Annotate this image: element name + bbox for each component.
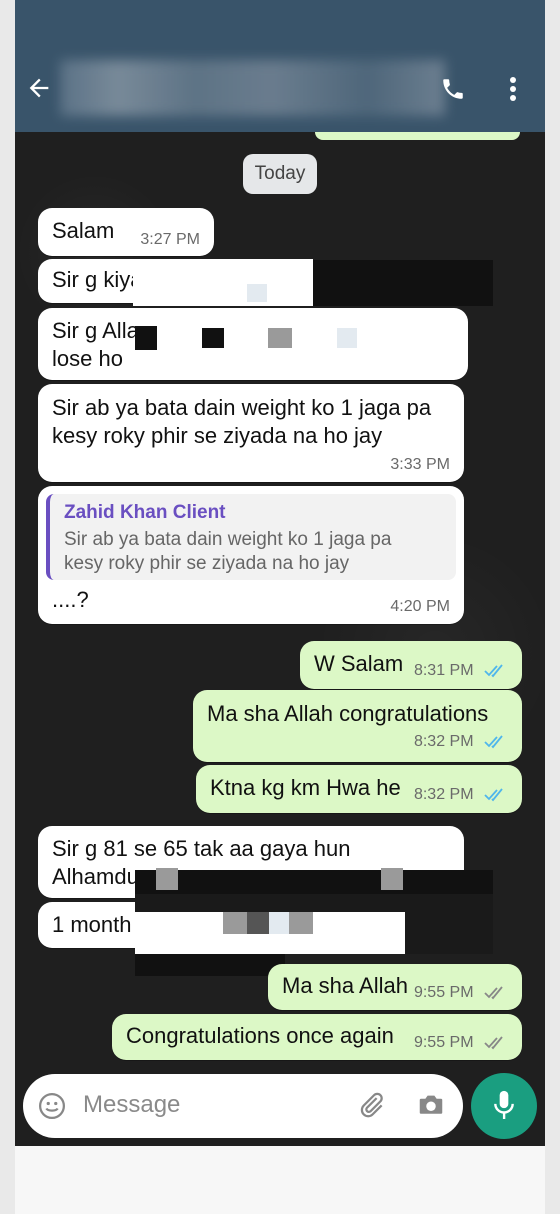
message-text: Ma sha Allah congratulations (207, 701, 489, 726)
message-time: 8:32 PM (413, 733, 474, 750)
phone-screen: Today Salam 3:27 PM Sir g kiya Sir g All… (15, 0, 545, 1214)
redaction-pixel (337, 328, 357, 348)
redaction-pixel (268, 328, 292, 348)
message-text: Sir g Alla lose ho (52, 318, 139, 371)
back-arrow-icon[interactable] (25, 74, 57, 110)
message-time: 3:33 PM (390, 456, 450, 473)
message-time: 9:55 PM (413, 984, 474, 1001)
redaction-pixel (133, 259, 313, 306)
date-chip: Today (243, 154, 317, 194)
redaction-pixel (135, 326, 157, 350)
message-outgoing[interactable]: Ma sha Allah congratulations 8:32 PM (193, 690, 522, 762)
redaction-pixel (223, 912, 247, 934)
paperclip-icon[interactable] (356, 1090, 386, 1122)
sent-ticks-icon (484, 1036, 508, 1055)
sent-ticks-icon (484, 986, 508, 1005)
message-placeholder: Message (83, 1091, 181, 1118)
message-time-wrap: 9:55 PM (414, 984, 508, 1005)
message-incoming[interactable]: Salam 3:27 PM (38, 208, 214, 256)
message-incoming[interactable]: Sir g Alla lose ho (38, 308, 468, 380)
message-time-wrap: 8:31 PM (414, 662, 508, 683)
read-ticks-icon (484, 788, 508, 807)
camera-icon[interactable] (416, 1090, 448, 1122)
chat-header (15, 0, 545, 132)
quoted-text: Sir ab ya bata dain weight ko 1 jaga pa … (64, 529, 392, 574)
message-incoming-reply[interactable]: Zahid Khan Client Sir ab ya bata dain we… (38, 486, 464, 624)
message-time: 8:31 PM (413, 662, 474, 679)
mic-button[interactable] (471, 1073, 537, 1139)
redaction-pixel (247, 912, 269, 934)
redaction-pixel (202, 328, 224, 348)
message-time-wrap: 9:55 PM (414, 1034, 508, 1055)
system-nav-area (15, 1146, 545, 1214)
message-input[interactable]: Message (23, 1074, 463, 1138)
message-incoming[interactable]: Sir ab ya bata dain weight ko 1 jaga pa … (38, 384, 464, 482)
message-outgoing[interactable]: Congratulations once again 9:55 PM (112, 1014, 522, 1060)
more-vert-icon[interactable] (501, 76, 525, 110)
message-time: 8:32 PM (413, 786, 474, 803)
redaction-pixel (269, 912, 289, 934)
mic-icon (494, 1090, 514, 1119)
message-outgoing[interactable]: W Salam 8:31 PM (300, 641, 522, 689)
message-time-wrap: 8:32 PM (414, 733, 508, 754)
redaction-pixel (135, 954, 285, 976)
redaction-pixel (381, 868, 403, 890)
redaction-pixel (247, 284, 267, 302)
message-text: Sir ab ya bata dain weight ko 1 jaga pa … (52, 395, 432, 448)
message-outgoing[interactable]: Ma sha Allah 9:55 PM (268, 964, 522, 1010)
contact-info-blurred[interactable] (60, 60, 445, 116)
message-time: 9:55 PM (413, 1034, 474, 1051)
message-time: 4:20 PM (390, 598, 450, 615)
message-outgoing[interactable]: Ktna kg km Hwa he 8:32 PM (196, 765, 522, 813)
redaction-pixel (289, 912, 313, 934)
redaction-pixel (313, 260, 493, 306)
chat-area: Today Salam 3:27 PM Sir g kiya Sir g All… (15, 132, 545, 1094)
read-ticks-icon (484, 664, 508, 683)
quoted-author: Zahid Khan Client (64, 502, 226, 523)
previous-message-stub (315, 132, 520, 140)
emoji-icon[interactable] (37, 1091, 67, 1121)
message-time: 3:27 PM (140, 231, 200, 248)
message-time-wrap: 8:32 PM (414, 786, 508, 807)
read-ticks-icon (484, 735, 508, 754)
redaction-pixel (156, 868, 178, 890)
phone-icon[interactable] (440, 76, 472, 108)
redaction-pixel (135, 870, 493, 894)
quoted-message[interactable]: Zahid Khan Client Sir ab ya bata dain we… (46, 494, 456, 580)
